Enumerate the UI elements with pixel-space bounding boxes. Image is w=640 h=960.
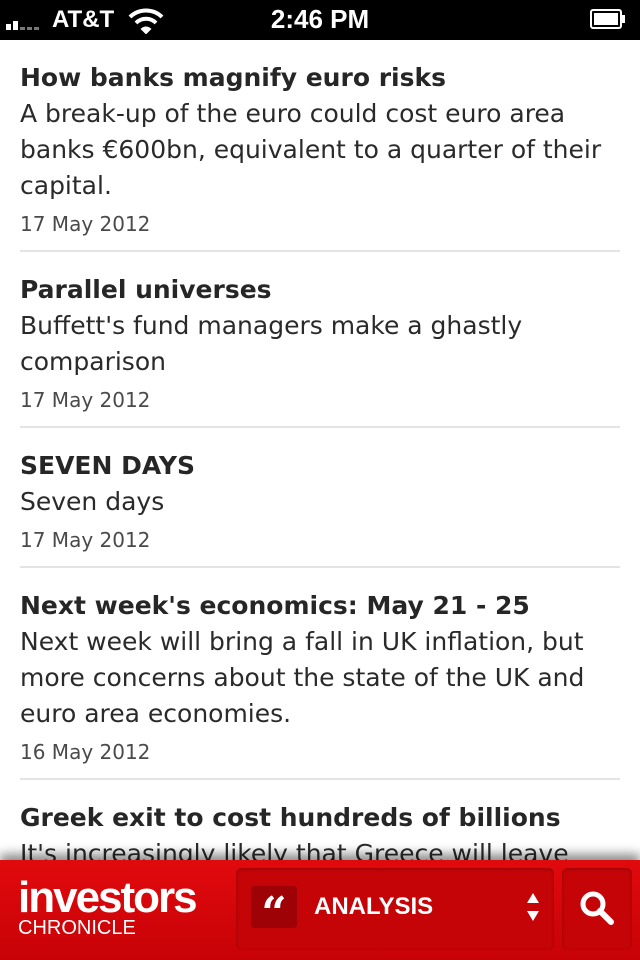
- article-item[interactable]: Next week's economics: May 21 - 25 Next …: [20, 568, 620, 780]
- status-bar: AT&T 2:46 PM: [0, 0, 640, 40]
- up-down-arrows-icon: [527, 893, 539, 921]
- investors-chronicle-logo[interactable]: investors CHRONICLE: [18, 873, 198, 939]
- article-summary: It's increasingly likely that Greece wil…: [20, 839, 569, 860]
- section-label: ANALYSIS: [314, 893, 434, 920]
- article-item[interactable]: How banks magnify euro risks A break-up …: [20, 40, 620, 252]
- quote-icon: “: [251, 886, 297, 939]
- article-item[interactable]: Parallel universes Buffett's fund manage…: [20, 252, 620, 428]
- article-title: Next week's economics: May 21 - 25: [20, 591, 530, 620]
- article-title: How banks magnify euro risks: [20, 63, 446, 92]
- battery-icon: [590, 9, 625, 29]
- search-icon: [580, 891, 614, 925]
- article-title: Parallel universes: [20, 275, 272, 304]
- article-summary: Buffett's fund managers make a ghastly c…: [20, 311, 523, 376]
- section-selector[interactable]: “ ANALYSIS: [236, 868, 554, 950]
- article-list[interactable]: How banks magnify euro risks A break-up …: [0, 40, 640, 860]
- logo-wordmark: investors: [18, 873, 198, 922]
- article-summary: A break-up of the euro could cost euro a…: [20, 99, 602, 200]
- status-time: 2:46 PM: [270, 4, 370, 34]
- article-date: 16 May 2012: [20, 740, 151, 764]
- article-date: 17 May 2012: [20, 388, 151, 412]
- article-date: 17 May 2012: [20, 212, 151, 236]
- article-title: SEVEN DAYS: [20, 451, 195, 480]
- bottom-toolbar: investors CHRONICLE “ ANALYSIS: [0, 860, 640, 960]
- article-date: 17 May 2012: [20, 528, 151, 552]
- article-item[interactable]: SEVEN DAYS Seven days 17 May 2012: [20, 428, 620, 568]
- search-button[interactable]: [562, 868, 632, 950]
- article-item[interactable]: Greek exit to cost hundreds of billions …: [20, 780, 620, 860]
- article-summary: Next week will bring a fall in UK inflat…: [20, 627, 585, 728]
- article-title: Greek exit to cost hundreds of billions: [20, 803, 561, 832]
- article-summary: Seven days: [20, 487, 165, 516]
